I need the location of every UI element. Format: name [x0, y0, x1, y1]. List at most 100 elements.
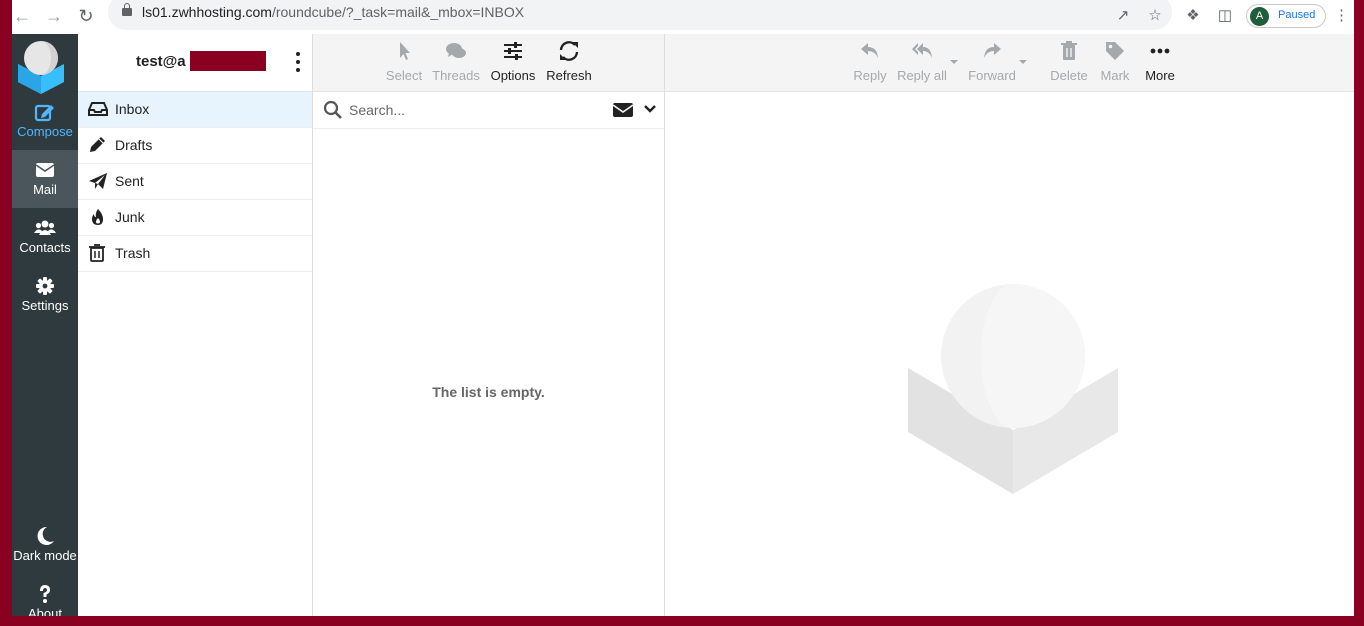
- reply-icon: [861, 43, 878, 58]
- inbox-icon: [88, 102, 108, 116]
- reply-button[interactable]: Reply: [851, 40, 889, 86]
- delete-button[interactable]: Delete: [1049, 40, 1089, 86]
- compose-icon: [34, 104, 54, 122]
- more-button[interactable]: More: [1141, 40, 1179, 86]
- back-arrow-icon[interactable]: ←: [12, 6, 32, 26]
- empty-list-message: The list is empty.: [432, 384, 545, 400]
- roundcube-watermark-logo: [908, 284, 1118, 494]
- avatar: A: [1250, 7, 1269, 26]
- delete-label: Delete: [1050, 68, 1088, 83]
- chevron-down-icon[interactable]: [643, 102, 657, 116]
- redaction-box: [190, 51, 266, 71]
- mark-label: Mark: [1100, 68, 1130, 83]
- app-rail: Compose Mail Contacts Settings Dark mode…: [12, 34, 78, 616]
- rail-contacts[interactable]: Contacts: [12, 208, 78, 266]
- refresh-button[interactable]: Refresh: [545, 40, 593, 86]
- moon-icon: [37, 526, 54, 545]
- list-toolbar: Select Threads Options Refresh: [313, 34, 664, 92]
- profile-button[interactable]: A Paused: [1246, 4, 1326, 28]
- browser-menu-icon[interactable]: ⋮: [1334, 7, 1349, 25]
- forward-dropdown-icon[interactable]: [1018, 58, 1028, 66]
- forward-label: Forward: [968, 68, 1016, 83]
- folder-trash-label: Trash: [115, 245, 151, 261]
- select-label: Select: [385, 68, 423, 83]
- refresh-label: Refresh: [546, 68, 592, 83]
- pencil-icon: [90, 137, 105, 152]
- reply-all-label: Reply all: [897, 68, 947, 83]
- url-path: /roundcube/?_task=mail&_mbox=INBOX: [271, 4, 525, 20]
- comments-icon: [446, 43, 466, 58]
- cursor-icon: [400, 42, 410, 60]
- message-preview-panel: Reply Reply all Forward Delete Mark More: [665, 34, 1354, 616]
- rail-about[interactable]: About: [12, 574, 78, 616]
- forward-button[interactable]: Forward: [967, 40, 1017, 86]
- rail-about-label: About: [28, 606, 62, 616]
- folder-sent-label: Sent: [115, 173, 144, 189]
- refresh-icon: [559, 41, 579, 61]
- ellipsis-icon: [1150, 48, 1170, 54]
- reload-icon[interactable]: ↻: [76, 6, 96, 26]
- url-field[interactable]: ls01.zwhhosting.com/roundcube/?_task=mai…: [108, 0, 1172, 30]
- mark-button[interactable]: Mark: [1097, 40, 1133, 86]
- envelope-icon: [35, 163, 55, 177]
- threads-button[interactable]: Threads: [431, 40, 481, 86]
- rail-mail[interactable]: Mail: [12, 150, 78, 208]
- options-label: Options: [490, 68, 536, 83]
- url-host: ls01.zwhhosting.com: [142, 4, 272, 20]
- share-icon[interactable]: ↗: [1114, 7, 1132, 25]
- select-button[interactable]: Select: [383, 40, 425, 86]
- reply-all-button[interactable]: Reply all: [897, 40, 947, 86]
- folder-sent[interactable]: Sent: [78, 164, 312, 200]
- browser-address-bar: ← → ↻ ls01.zwhhosting.com/roundcube/?_ta…: [12, 0, 1354, 35]
- folder-junk[interactable]: Junk: [78, 200, 312, 236]
- forward-icon: [984, 43, 1001, 58]
- rail-dark-mode-label: Dark mode: [13, 548, 77, 563]
- star-icon[interactable]: ☆: [1146, 7, 1164, 25]
- folder-trash[interactable]: Trash: [78, 236, 312, 272]
- folder-junk-label: Junk: [115, 209, 145, 225]
- reply-all-icon: [912, 43, 932, 58]
- fire-icon: [92, 209, 103, 225]
- reply-all-dropdown-icon[interactable]: [949, 58, 959, 66]
- paper-plane-icon: [89, 173, 107, 189]
- folder-inbox[interactable]: Inbox: [78, 92, 312, 128]
- account-name: test@a: [136, 53, 186, 70]
- folder-drafts-label: Drafts: [115, 137, 153, 153]
- reply-label: Reply: [853, 68, 887, 83]
- message-list-panel: Select Threads Options Refresh Search...…: [313, 34, 665, 616]
- rail-compose-label: Compose: [17, 124, 73, 139]
- extensions-icon[interactable]: ❖: [1184, 7, 1202, 25]
- gear-icon: [36, 277, 54, 295]
- search-input[interactable]: [347, 98, 571, 122]
- search-bar: [313, 92, 664, 129]
- browser-window: ← → ↻ ls01.zwhhosting.com/roundcube/?_ta…: [12, 0, 1354, 616]
- lock-icon: [122, 3, 132, 16]
- rail-contacts-label: Contacts: [19, 240, 71, 255]
- folder-drafts[interactable]: Drafts: [78, 128, 312, 164]
- folder-inbox-label: Inbox: [115, 101, 150, 117]
- profile-status: Paused: [1278, 9, 1316, 21]
- roundcube-logo: [18, 41, 64, 94]
- side-panel-icon[interactable]: ◫: [1216, 7, 1234, 25]
- envelope-icon[interactable]: [613, 102, 633, 118]
- rail-settings[interactable]: Settings: [12, 266, 78, 324]
- search-icon: [323, 100, 342, 119]
- trash-icon: [89, 244, 105, 262]
- sliders-icon: [504, 42, 522, 60]
- forward-arrow-icon[interactable]: →: [44, 6, 64, 26]
- rail-mail-label: Mail: [33, 182, 57, 197]
- users-icon: [34, 220, 56, 235]
- rail-compose[interactable]: Compose: [12, 92, 78, 150]
- threads-label: Threads: [432, 68, 480, 83]
- account-menu-icon[interactable]: [295, 52, 301, 74]
- folder-panel: test@a Inbox Drafts Sent Junk Trash: [78, 34, 313, 616]
- tag-icon: [1106, 42, 1124, 60]
- question-icon: [40, 585, 50, 603]
- account-header: test@a: [78, 34, 312, 92]
- rail-settings-label: Settings: [21, 298, 69, 313]
- trash-icon: [1061, 41, 1077, 60]
- more-label: More: [1145, 68, 1175, 83]
- message-toolbar: Reply Reply all Forward Delete Mark More: [665, 34, 1354, 92]
- options-button[interactable]: Options: [489, 40, 537, 86]
- rail-dark-mode[interactable]: Dark mode: [12, 516, 78, 574]
